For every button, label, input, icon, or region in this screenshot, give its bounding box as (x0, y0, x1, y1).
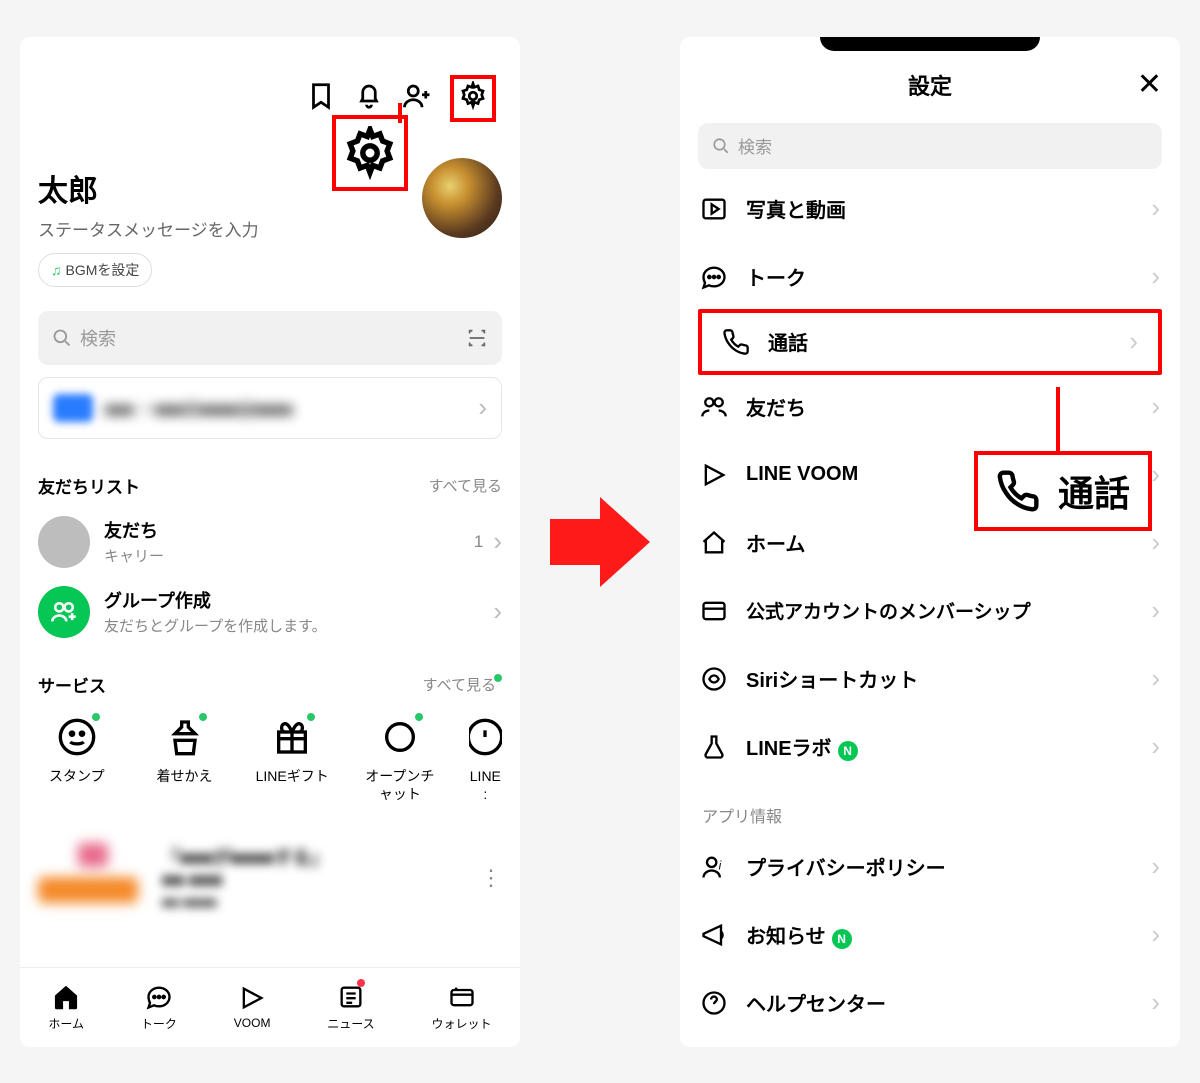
chevron-right-icon: › (478, 392, 487, 423)
search-icon (712, 137, 730, 155)
phone-icon (996, 469, 1040, 513)
chevron-right-icon: › (1151, 595, 1160, 626)
more-icon[interactable]: ⋮ (480, 865, 502, 891)
profile-status[interactable]: ステータスメッセージを入力 (38, 216, 259, 241)
new-badge: N (832, 929, 852, 949)
settings-screen: 設定 ✕ 検索 写真と動画 › トーク › 通話 › 友だち › (680, 37, 1180, 1047)
tab-news[interactable]: ニュース (327, 983, 374, 1032)
service-sticker[interactable]: スタンプ (38, 717, 116, 803)
chevron-right-icon: › (1151, 851, 1160, 882)
settings-row-privacy[interactable]: i プライバシーポリシー › (680, 833, 1180, 901)
chevron-right-icon: › (1151, 261, 1160, 292)
bottom-tab-bar: ホーム トーク VOOM ニュース ウォレット (20, 967, 520, 1047)
gear-icon[interactable] (458, 98, 488, 115)
list-item-title: グループ作成 (104, 587, 479, 613)
profile-name[interactable]: 太郎 (38, 166, 259, 210)
settings-icon-highlight (450, 75, 496, 122)
group-add-icon (38, 586, 90, 638)
search-placeholder: 検索 (80, 325, 116, 351)
settings-row-call-highlight[interactable]: 通話 › (698, 309, 1162, 375)
create-group-row[interactable]: グループ作成 友だちとグループを作成します。 › (38, 586, 502, 638)
list-item-title: 友だち (104, 517, 460, 543)
list-item-sub: 友だちとグループを作成します。 (104, 615, 479, 636)
services-row: スタンプ 着せかえ LINEギフト オープンチャット LINE : (38, 717, 502, 803)
chevron-right-icon: › (1129, 326, 1138, 357)
content-card[interactable]: 「■■■が■■■■する」■■-■■■■■ ■■■■ ⋮ (38, 843, 502, 913)
top-toolbar (38, 55, 502, 122)
service-more[interactable]: LINE : (469, 717, 502, 803)
chevron-right-icon: › (493, 526, 502, 557)
search-input[interactable]: 検索 (38, 311, 502, 365)
tab-home[interactable]: ホーム (48, 983, 84, 1032)
qr-scan-icon[interactable] (466, 327, 488, 349)
settings-row-membership[interactable]: 公式アカウントのメンバーシップ › (680, 577, 1180, 645)
page-title: 設定 (908, 69, 952, 101)
settings-row-friends[interactable]: 友だち › (680, 373, 1180, 441)
see-all-link[interactable]: すべて見る (429, 475, 502, 496)
friend-list-title: 友だちリスト (38, 473, 140, 498)
search-icon (52, 328, 72, 348)
friends-row[interactable]: 友だち キャリー 1 › (38, 516, 502, 568)
friend-list-header: 友だちリスト すべて見る (38, 473, 502, 498)
call-callout: 通話 (974, 451, 1152, 531)
annotation-line (1056, 387, 1060, 457)
home-screen: 太郎 ステータスメッセージを入力 ♫ BGMを設定 検索 ■■■ ・■■■の■■… (20, 37, 520, 1047)
see-all-link[interactable]: すべて見る (423, 674, 502, 695)
new-badge: N (838, 741, 858, 761)
phone-notch (820, 37, 1040, 51)
settings-row-help[interactable]: ヘルプセンター › (680, 969, 1180, 1037)
chevron-right-icon: › (1151, 193, 1160, 224)
list-item-sub: キャリー (104, 545, 460, 566)
service-theme[interactable]: 着せかえ (146, 717, 224, 803)
music-note-icon: ♫ (51, 262, 62, 278)
close-icon[interactable]: ✕ (1137, 67, 1162, 102)
settings-row-labs[interactable]: LINEラボN › (680, 713, 1180, 781)
svg-text:i: i (719, 859, 722, 872)
chevron-right-icon: › (1151, 731, 1160, 762)
chevron-right-icon: › (1151, 987, 1160, 1018)
service-openchat[interactable]: オープンチャット (361, 717, 439, 803)
settings-search-input[interactable]: 検索 (698, 123, 1162, 169)
annotation-arrow (550, 497, 650, 587)
bell-icon[interactable] (354, 81, 384, 116)
friend-thumb (38, 516, 90, 568)
banner-card[interactable]: ■■■ ・■■■の■■■■は■■■■ › (38, 377, 502, 439)
avatar[interactable] (422, 158, 502, 238)
chevron-right-icon: › (1151, 919, 1160, 950)
settings-row-notice[interactable]: お知らせN › (680, 901, 1180, 969)
chevron-right-icon: › (493, 596, 502, 627)
tab-voom[interactable]: VOOM (234, 984, 271, 1030)
settings-row-siri[interactable]: Siriショートカット › (680, 645, 1180, 713)
friend-count: 1 (474, 532, 483, 552)
settings-row-talk[interactable]: トーク › (680, 243, 1180, 311)
gear-icon (343, 126, 397, 180)
add-friend-icon[interactable] (402, 81, 432, 116)
bgm-button[interactable]: ♫ BGMを設定 (38, 253, 152, 287)
callout-label: 通話 (1058, 465, 1130, 517)
bgm-label: BGMを設定 (66, 260, 140, 280)
bookmark-icon[interactable] (306, 81, 336, 116)
service-gift[interactable]: LINEギフト (253, 717, 331, 803)
chevron-right-icon: › (1151, 459, 1160, 490)
services-header: サービス すべて見る (38, 672, 502, 697)
chevron-right-icon: › (1151, 391, 1160, 422)
tab-talk[interactable]: トーク (141, 983, 177, 1032)
profile-section: 太郎 ステータスメッセージを入力 ♫ BGMを設定 (38, 166, 502, 287)
tab-wallet[interactable]: ウォレット (432, 983, 492, 1032)
settings-row-photo[interactable]: 写真と動画 › (680, 175, 1180, 243)
search-placeholder: 検索 (738, 133, 772, 158)
section-app-info: アプリ情報 (680, 781, 1180, 833)
phone-icon (722, 328, 750, 356)
chevron-right-icon: › (1151, 663, 1160, 694)
chevron-right-icon: › (1151, 527, 1160, 558)
settings-callout (332, 115, 408, 191)
settings-header: 設定 ✕ (680, 57, 1180, 113)
services-title: サービス (38, 672, 106, 697)
